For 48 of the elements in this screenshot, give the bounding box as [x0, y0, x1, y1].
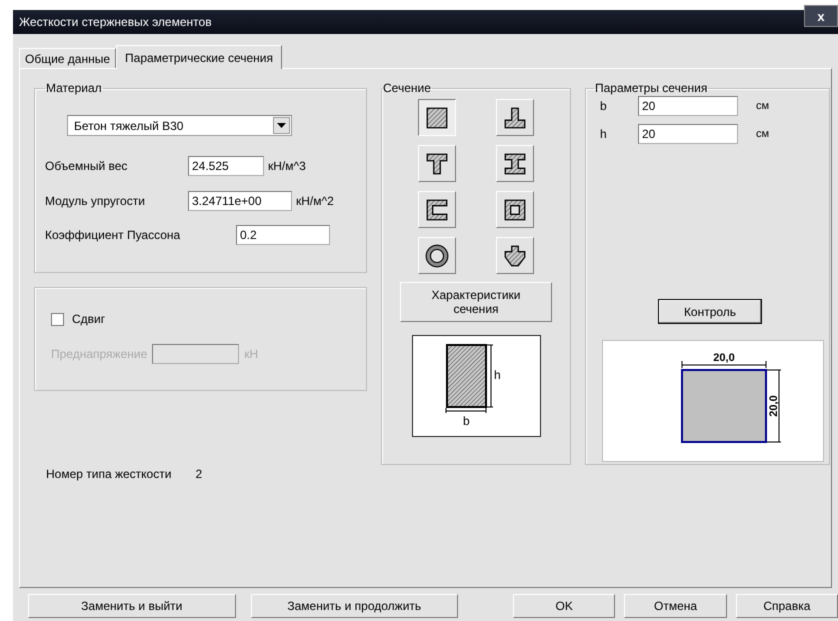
- unit-label: кН/м^3: [268, 159, 306, 173]
- field-label: Модуль упругости: [45, 194, 146, 208]
- unit-label: см: [756, 100, 770, 112]
- rectangle-section-drawing: [446, 344, 494, 414]
- characteristics-button[interactable]: Характеристики сечения: [400, 282, 552, 322]
- tab[interactable]: Параметрические сечения: [116, 45, 282, 69]
- dialog-button[interactable]: Справка: [736, 594, 838, 618]
- material-dropdown[interactable]: Бетон тяжелый В30: [67, 115, 292, 136]
- section-box-icon: [502, 196, 528, 222]
- field-label: Коэффициент Пуассона: [45, 228, 182, 242]
- group-title: Сечение: [382, 81, 432, 95]
- section-channel-icon: [424, 196, 450, 222]
- unit-label: см: [756, 128, 770, 140]
- stiffness-type-value: 2: [195, 467, 202, 481]
- window-title: Жесткости стержневых элементов: [19, 15, 212, 29]
- stiffness-type-label: Номер типа жесткости: [46, 467, 172, 481]
- dialog-button[interactable]: Заменить и выйти: [28, 594, 236, 618]
- shear-checkbox[interactable]: Сдвиг: [45, 312, 356, 326]
- dimension-label: b: [463, 414, 470, 428]
- section-inverted-tee-icon: [502, 104, 528, 130]
- field-label: Преднапряжение: [51, 347, 148, 361]
- dimension-label: h: [494, 368, 501, 382]
- section-type-button[interactable]: [418, 99, 456, 136]
- field-label: h: [599, 127, 608, 141]
- unit-label: кН: [244, 347, 258, 361]
- close-button[interactable]: x: [804, 5, 838, 27]
- height-dimension-label: 20,0: [768, 395, 780, 417]
- section-cross-icon: [502, 242, 528, 268]
- input-field[interactable]: 0.2: [236, 225, 330, 245]
- dialog-button[interactable]: Заменить и продолжить: [250, 594, 458, 618]
- section-tee-icon: [424, 150, 450, 176]
- tab[interactable]: Общие данные: [19, 48, 116, 68]
- section-ring-icon: [424, 242, 450, 268]
- width-dimension-label: 20,0: [713, 352, 735, 364]
- section-i-beam-icon: [502, 150, 528, 176]
- dialog-button[interactable]: Отмена: [624, 594, 727, 618]
- input-field[interactable]: 20: [638, 124, 738, 144]
- input-field[interactable]: 24.525: [188, 156, 264, 176]
- group-title: Параметры сечения: [594, 81, 708, 95]
- group-title: Материал: [45, 81, 103, 95]
- unit-label: кН/м^2: [296, 194, 334, 208]
- input-field[interactable]: 3.24711e+00: [188, 191, 292, 211]
- field-label: Объемный вес: [45, 159, 128, 173]
- input-field[interactable]: 20: [638, 96, 738, 116]
- section-rectangle-icon: [424, 104, 450, 130]
- field-label: b: [599, 99, 608, 113]
- control-button[interactable]: Контроль: [658, 299, 762, 324]
- dialog-button[interactable]: OK: [513, 594, 616, 618]
